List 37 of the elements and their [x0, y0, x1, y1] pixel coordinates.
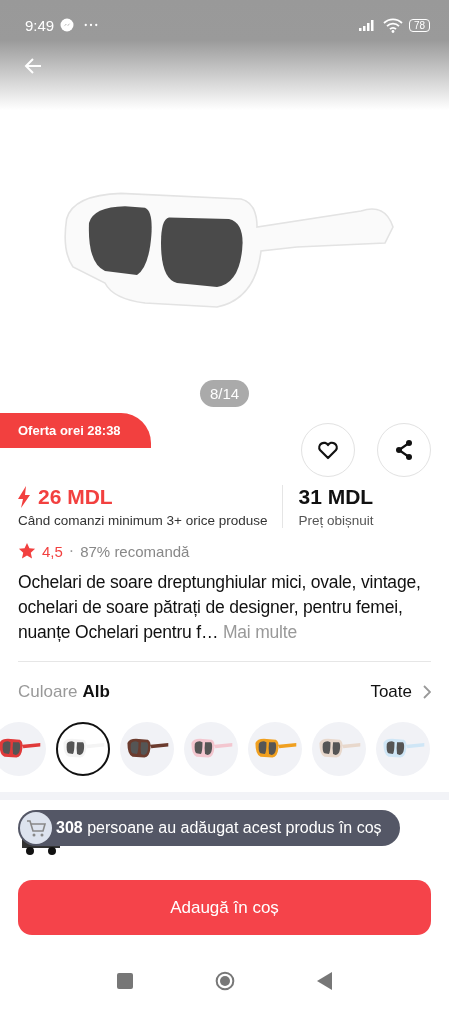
more-icon — [84, 23, 99, 27]
wifi-icon — [382, 17, 403, 33]
regular-price-label: Preț obișnuit — [298, 513, 374, 528]
deal-condition: Când comanzi minimum 3+ orice produse — [18, 513, 268, 528]
color-label: Culoare — [18, 682, 78, 702]
color-swatch[interactable] — [248, 722, 302, 776]
toast-text: 308 persoane au adăugat acest produs în coș — [56, 819, 382, 837]
favorite-button[interactable] — [301, 423, 355, 477]
color-swatch[interactable] — [56, 722, 110, 776]
color-swatch[interactable] — [376, 722, 430, 776]
chevron-right-icon[interactable] — [423, 685, 431, 699]
image-counter: 8/14 — [199, 380, 250, 407]
signal-icon — [358, 19, 377, 31]
color-swatch[interactable] — [184, 722, 238, 776]
offer-banner: Oferta orei 28:38 — [0, 413, 151, 448]
more-link[interactable]: Mai multe — [222, 622, 297, 642]
home-icon[interactable] — [214, 971, 235, 991]
all-variants-link[interactable]: Toate — [370, 682, 412, 702]
star-icon — [18, 542, 36, 560]
recents-icon[interactable] — [114, 971, 135, 991]
color-swatch[interactable] — [0, 722, 46, 776]
battery-level: 78 — [408, 18, 430, 32]
rating-score: 4,5 — [42, 542, 63, 560]
selected-color: Alb — [82, 682, 110, 702]
share-button[interactable] — [377, 423, 431, 477]
color-swatch[interactable] — [312, 722, 366, 776]
cart-icon — [20, 812, 52, 844]
regular-price: 31 MDL — [298, 485, 374, 509]
recommend-rate: 87% recomandă — [80, 542, 190, 560]
deal-price: 26 MDL — [38, 485, 113, 509]
status-time: 9:49 — [25, 16, 55, 34]
product-description: Ochelari de soare dreptunghiular mici, ovale, vintage, ochelari de soare pătrați de designer, pentru femei, nuanțe Ochelari pentru f… Mai multe — [18, 571, 422, 644]
add-to-cart-button[interactable]: Adaugă în coș — [18, 880, 431, 935]
messenger-icon — [60, 18, 75, 32]
separator-dot: · — [68, 542, 75, 560]
color-swatch[interactable] — [120, 722, 174, 776]
lightning-icon — [18, 486, 30, 508]
